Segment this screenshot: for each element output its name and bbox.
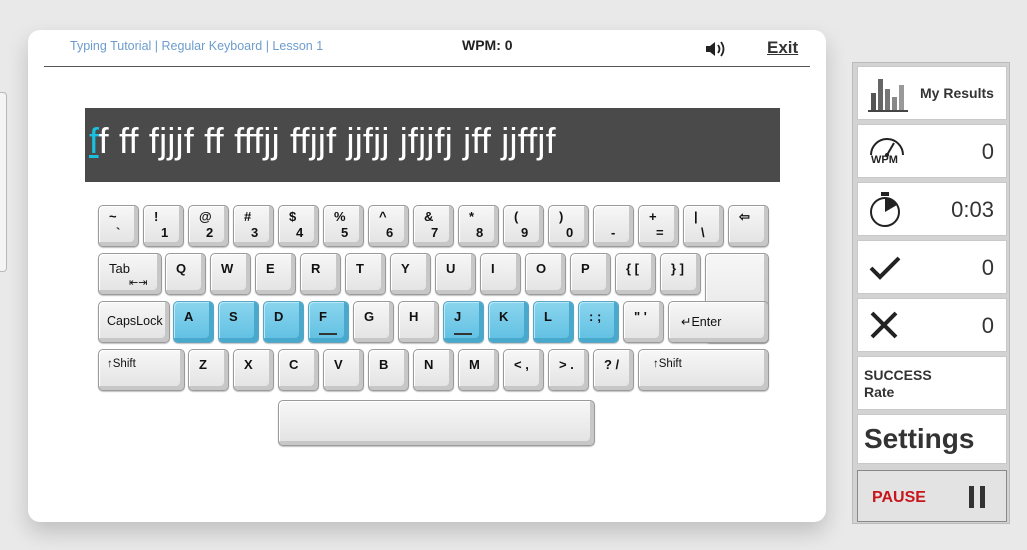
pause-button[interactable]: PAUSE (857, 470, 1007, 522)
errors-stat: 0 (857, 298, 1007, 352)
key-g[interactable]: G (353, 301, 394, 343)
key-a[interactable]: A (173, 301, 214, 343)
key-backspace[interactable]: ⇦ (728, 205, 769, 247)
key-p[interactable]: P (570, 253, 611, 295)
key-right-shift[interactable]: ↑Shift (638, 349, 769, 391)
cross-icon (870, 311, 898, 339)
key-x[interactable]: X (233, 349, 274, 391)
errors-value: 0 (981, 313, 994, 338)
stats-sidebar: My Results WPM 0 0:03 0 0 SUCCESS Rate S… (852, 62, 1010, 524)
key-8[interactable]: * 8 (458, 205, 499, 247)
key-m[interactable]: M (458, 349, 499, 391)
key-5[interactable]: % 5 (323, 205, 364, 247)
lesson-header: Typing Tutorial | Regular Keyboard | Les… (44, 30, 810, 67)
key-w[interactable]: W (210, 253, 251, 295)
wpm-icon-label: WPM (871, 154, 898, 166)
key-2[interactable]: @2 (188, 205, 229, 247)
tab-arrow-icon: ⇤⇥ (129, 277, 148, 289)
key-0[interactable]: ) 0 (548, 205, 589, 247)
key-h[interactable]: H (398, 301, 439, 343)
key-j[interactable]: J (443, 301, 484, 343)
key-close-bracket[interactable]: } ] (660, 253, 701, 295)
settings-button[interactable]: Settings (857, 414, 1007, 464)
key-q[interactable]: Q (165, 253, 206, 295)
home-bump-j (454, 333, 472, 335)
success-rate-label: SUCCESS Rate (864, 367, 932, 400)
pause-label: PAUSE (872, 489, 926, 506)
stopwatch-icon (870, 192, 900, 227)
pause-icon (969, 486, 985, 508)
key-z[interactable]: Z (188, 349, 229, 391)
key-3[interactable]: #3 (233, 205, 274, 247)
key-t[interactable]: T (345, 253, 386, 295)
key-minus[interactable]: - (593, 205, 634, 247)
my-results-label: My Results (920, 85, 994, 101)
key-period[interactable]: > . (548, 349, 589, 391)
key-l[interactable]: L (533, 301, 574, 343)
remaining-text: f ff fjjjf ff fffjj ffjjf jjfjj jfjjfj j… (98, 120, 556, 161)
key-capslock[interactable]: CapsLock (98, 301, 170, 343)
key-open-bracket[interactable]: { [ (615, 253, 656, 295)
key-backslash[interactable]: | \ (683, 205, 724, 247)
wpm-value: 0 (981, 139, 994, 164)
correct-value: 0 (981, 255, 994, 280)
key-i[interactable]: I (480, 253, 521, 295)
checkmark-icon (869, 256, 901, 280)
key-6[interactable]: ^ 6 (368, 205, 409, 247)
key-semicolon[interactable]: : ; (578, 301, 619, 343)
wpm-stat: WPM 0 (857, 124, 1007, 178)
key-backtick[interactable]: ~ ` (98, 205, 139, 247)
key-equals[interactable]: + = (638, 205, 679, 247)
key-comma[interactable]: < , (503, 349, 544, 391)
key-b[interactable]: B (368, 349, 409, 391)
key-enter[interactable]: ↵Enter (668, 301, 769, 343)
key-d[interactable]: D (263, 301, 304, 343)
key-7[interactable]: & 7 (413, 205, 454, 247)
wpm-readout: WPM: 0 (462, 37, 513, 53)
settings-label: Settings (864, 423, 975, 454)
key-n[interactable]: N (413, 349, 454, 391)
home-bump-f (319, 333, 337, 335)
key-e[interactable]: E (255, 253, 296, 295)
key-1[interactable]: ! 1 (143, 205, 184, 247)
breadcrumb: Typing Tutorial | Regular Keyboard | Les… (70, 39, 324, 53)
key-o[interactable]: O (525, 253, 566, 295)
key-4[interactable]: $4 (278, 205, 319, 247)
key-k[interactable]: K (488, 301, 529, 343)
key-c[interactable]: C (278, 349, 319, 391)
virtual-keyboard: ~ ` ! 1 @2 #3 $4 % 5 ^ 6 & 7 * 8 (9 ) 0 - + = | \… (98, 205, 773, 446)
key-quote[interactable]: " ' (623, 301, 664, 343)
exit-link[interactable]: Exit (767, 38, 798, 58)
key-tab[interactable]: Tab ⇤⇥ (98, 253, 162, 295)
key-slash[interactable]: ? / (593, 349, 634, 391)
key-9[interactable]: (9 (503, 205, 544, 247)
speaker-icon[interactable] (704, 39, 728, 59)
key-y[interactable]: Y (390, 253, 431, 295)
time-value: 0:03 (951, 197, 994, 222)
correct-stat: 0 (857, 240, 1007, 294)
timer-stat: 0:03 (857, 182, 1007, 236)
backspace-arrow-icon: ⇦ (739, 209, 750, 224)
key-left-shift[interactable]: ↑Shift (98, 349, 185, 391)
key-u[interactable]: U (435, 253, 476, 295)
lesson-text: ff ff fjjjf ff fffjj ffjjf jjfjj jfjjfj … (89, 120, 556, 162)
current-char: f (89, 120, 99, 161)
key-s[interactable]: S (218, 301, 259, 343)
typing-text-strip: ff ff fjjjf ff fffjj ffjjf jjfjj jfjjfj … (85, 108, 780, 182)
key-v[interactable]: V (323, 349, 364, 391)
key-space[interactable] (278, 400, 595, 446)
left-collapsed-panel[interactable] (0, 92, 7, 272)
bar-chart-icon (868, 79, 908, 112)
key-f[interactable]: F (308, 301, 349, 343)
lesson-card: Typing Tutorial | Regular Keyboard | Les… (28, 30, 826, 522)
success-rate-stat: SUCCESS Rate (857, 356, 1007, 410)
key-r[interactable]: R (300, 253, 341, 295)
my-results-button[interactable]: My Results (857, 66, 1007, 120)
